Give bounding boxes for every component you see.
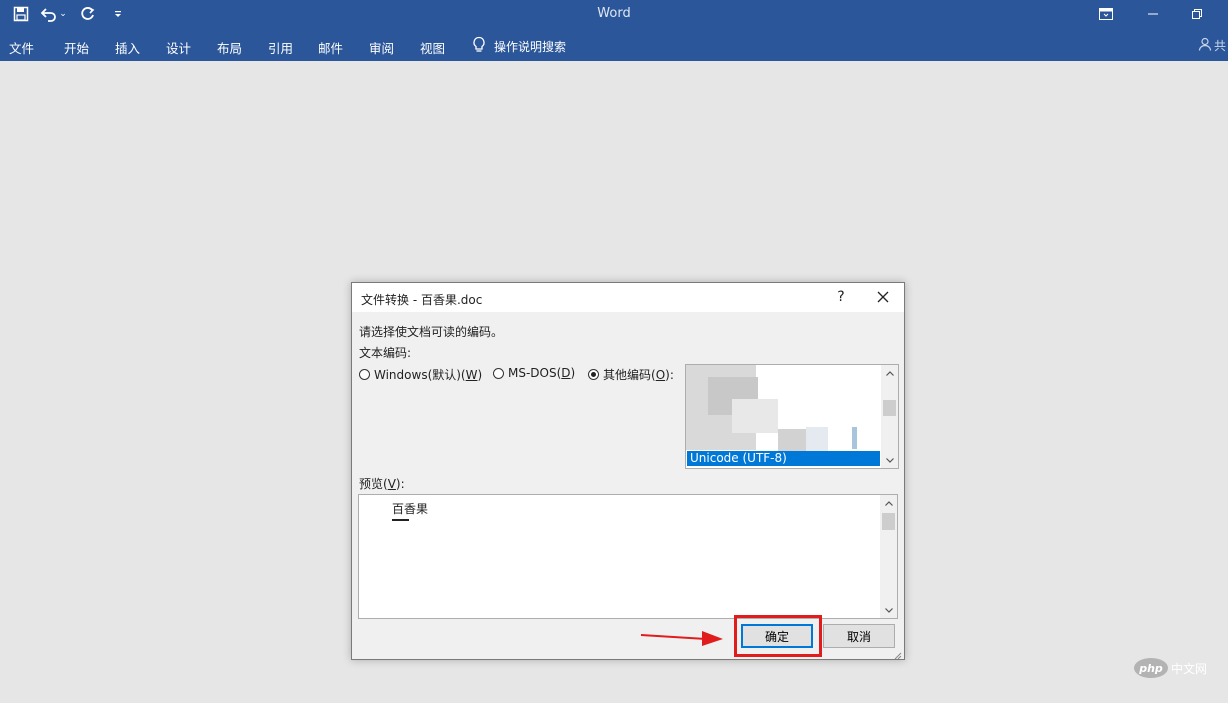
title-bar: ⌄ Word [0,0,1228,28]
tab-design[interactable]: 设计 [166,38,191,57]
instruction-text: 请选择使文档可读的编码。 [359,325,504,339]
watermark-text: 中文网 [1171,661,1208,676]
minimize-icon[interactable] [1142,4,1164,24]
radio-label: Windows(默认)(W) [374,368,483,382]
lightbulb-icon [472,36,486,57]
preview-label: 预览(V): [359,477,405,491]
app-title: Word [597,6,631,21]
help-button[interactable]: ? [832,289,850,305]
scroll-up-icon[interactable] [881,366,898,380]
radio-circle [359,369,370,380]
radio-circle-checked [588,369,599,380]
dialog-title-bar: 文件转换 - 百香果.doc ? [352,283,904,312]
text-cursor [392,519,409,521]
tab-view[interactable]: 视图 [420,38,445,57]
tab-insert[interactable]: 插入 [115,38,140,57]
tab-references[interactable]: 引用 [268,38,293,57]
close-icon[interactable] [873,288,893,306]
scroll-down-icon[interactable] [880,603,897,617]
radio-label: MS-DOS(D) [508,366,576,380]
tell-me-label: 操作说明搜索 [494,40,567,54]
watermark: php 中文网 [1134,658,1207,678]
ok-button[interactable]: 确定 [741,624,813,648]
tab-review[interactable]: 审阅 [369,38,394,57]
person-icon [1198,37,1212,54]
encoding-scrollbar[interactable] [881,365,898,468]
scroll-thumb[interactable] [882,513,895,530]
php-logo: php [1134,658,1168,678]
radio-circle [493,367,504,379]
tab-layout[interactable]: 布局 [217,38,242,57]
scroll-up-icon[interactable] [880,496,897,510]
dialog-title: 文件转换 - 百香果.doc [361,293,483,307]
tab-mailings[interactable]: 邮件 [318,38,343,57]
annotation-arrow-icon [640,628,724,651]
file-conversion-dialog: 文件转换 - 百香果.doc ? 请选择使文档可读的编码。 文本编码: Wind… [351,282,905,660]
tell-me-search[interactable]: 操作说明搜索 [472,36,566,57]
scroll-down-icon[interactable] [881,453,898,467]
encoding-option-selected[interactable]: Unicode (UTF-8) [687,451,880,466]
radio-other-encoding[interactable]: 其他编码(O): [588,366,674,383]
tab-file[interactable]: 文件 [9,38,34,57]
preview-text: 百香果 [392,502,429,516]
encoding-label: 文本编码: [359,346,412,360]
cancel-button[interactable]: 取消 [823,624,895,648]
share-label: 共 [1214,39,1227,53]
restore-icon[interactable] [1186,4,1208,24]
preview-box[interactable]: 百香果 [358,494,898,619]
radio-label: 其他编码(O): [603,368,674,382]
radio-ms-dos[interactable]: MS-DOS(D) [493,366,575,380]
ribbon-display-options-icon[interactable] [1095,4,1117,24]
resize-grip-icon[interactable] [894,649,902,660]
encoding-listbox[interactable]: Unicode (UTF-8) [685,364,899,469]
scroll-thumb[interactable] [883,400,896,416]
preview-scrollbar[interactable] [880,495,897,618]
ribbon-tabs: 文件 开始 插入 设计 布局 引用 邮件 审阅 视图 操作说明搜索 共 [0,28,1228,61]
radio-windows-default[interactable]: Windows(默认)(W) [359,366,482,383]
share-button[interactable]: 共 [1198,37,1226,54]
tab-home[interactable]: 开始 [64,38,89,57]
